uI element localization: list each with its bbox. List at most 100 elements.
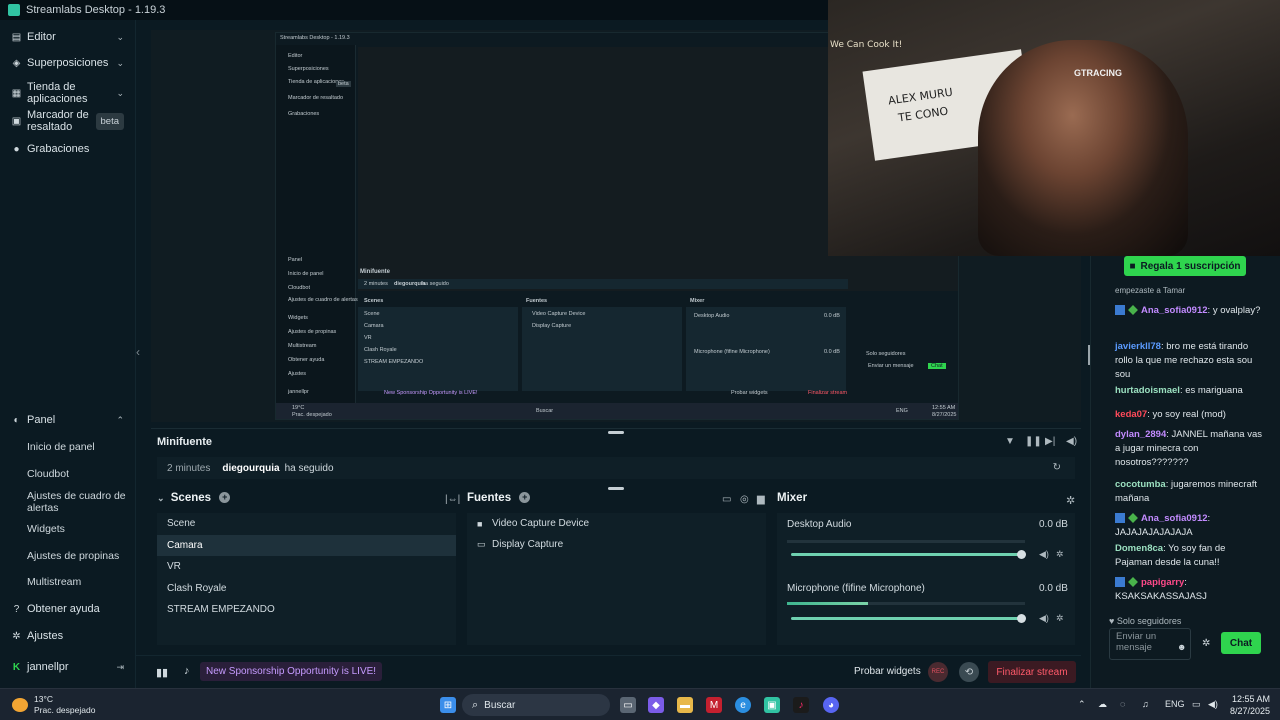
chat-username[interactable]: Ana_sofia0912: [1141, 513, 1208, 524]
nested-scene: Scene: [364, 311, 380, 317]
skip-icon[interactable]: ▶|: [1045, 436, 1055, 447]
copilot-icon[interactable]: ◆: [648, 697, 664, 713]
streamlabs-taskbar-icon[interactable]: ▣: [764, 697, 780, 713]
mcafee-icon[interactable]: M: [706, 697, 722, 713]
task-view-icon[interactable]: ▭: [620, 697, 636, 713]
mixer-settings-icon[interactable]: ✲: [1066, 494, 1075, 507]
sidebar-item-label: Grabaciones: [27, 143, 90, 155]
replay-buffer-icon[interactable]: ⟲: [959, 662, 979, 682]
windows-start-icon[interactable]: ⊞: [440, 697, 456, 713]
discord-icon[interactable]: ◕: [823, 697, 839, 713]
source-visibility-icon[interactable]: ◎: [740, 494, 749, 505]
sidebar-item-marcador[interactable]: ▣ Marcador de resaltado beta: [0, 108, 136, 134]
nested-nav-item: Ajustes: [288, 371, 307, 377]
chat-username[interactable]: Ana_sofia0912: [1141, 305, 1208, 316]
language-indicator[interactable]: ENG: [1165, 699, 1185, 709]
logout-icon[interactable]: ⇥: [116, 662, 124, 673]
volume-tray-icon[interactable]: ◀): [1208, 699, 1218, 710]
filter-icon[interactable]: ▼: [1005, 436, 1015, 447]
sidebar-item-grabaciones[interactable]: ● Grabaciones: [0, 142, 136, 156]
taskbar-clock[interactable]: 12:55 AM 8/27/2025: [1224, 693, 1270, 717]
add-scene-icon[interactable]: +: [219, 492, 231, 504]
taskbar-search[interactable]: ⌕ Buscar: [462, 694, 610, 716]
record-button[interactable]: REC: [928, 662, 948, 682]
add-source-icon[interactable]: +: [519, 492, 531, 504]
chat-settings-icon[interactable]: ✲: [1202, 638, 1210, 649]
nested-clock-time: 12:55 AM: [932, 405, 956, 411]
microphone-icon[interactable]: ♫: [1142, 699, 1149, 709]
source-group-icon[interactable]: ▭: [722, 494, 731, 505]
chat-username[interactable]: keda07: [1115, 409, 1147, 420]
sidebar-item-cloudbot[interactable]: Cloudbot: [27, 468, 69, 480]
sidebar-user[interactable]: K jannellpr ⇥: [0, 660, 136, 674]
pause-icon[interactable]: ❚❚: [1025, 436, 1042, 447]
sidebar-item-superposiciones[interactable]: ◈ Superposiciones ⌄: [0, 56, 136, 70]
sidebar-item-ayuda[interactable]: ? Obtener ayuda: [0, 602, 136, 616]
scene-transition-icon[interactable]: |⇔|: [445, 494, 460, 505]
volume-icon[interactable]: ◀): [1066, 436, 1077, 447]
nested-title: Streamlabs Desktop - 1.19.3: [280, 35, 350, 41]
end-stream-button[interactable]: Finalizar stream: [988, 661, 1076, 683]
collapse-sidebar-icon[interactable]: ‹: [136, 345, 146, 359]
volume-slider[interactable]: [791, 617, 1021, 620]
display-icon[interactable]: ▭: [1192, 699, 1201, 710]
chat-username[interactable]: cocotumba: [1115, 479, 1166, 490]
chat-text: : es mariguana: [1179, 385, 1243, 396]
drag-handle[interactable]: [608, 487, 624, 490]
settings-icon: ✲: [12, 630, 21, 642]
test-widgets-button[interactable]: Probar widgets: [854, 666, 921, 677]
sidebar-item-ajustes[interactable]: ✲ Ajustes: [0, 629, 136, 643]
scene-row[interactable]: VR: [157, 556, 456, 577]
emoji-icon[interactable]: ☻: [1177, 642, 1186, 652]
sidebar-item-label: Panel: [27, 414, 56, 426]
mute-icon[interactable]: ◀): [1039, 549, 1049, 560]
chevron-down-icon[interactable]: ⌄: [157, 493, 165, 503]
performance-stats-icon[interactable]: ▮▮: [156, 666, 168, 679]
sidebar-item-editor[interactable]: ▤ Editor ⌄: [0, 30, 136, 44]
nested-lang: ENG: [896, 408, 908, 414]
edge-icon[interactable]: e: [735, 697, 751, 713]
streamlabs-window: Streamlabs Desktop - 1.19.3 ▤ Editor ⌄ ◈…: [0, 0, 1280, 688]
scene-row[interactable]: STREAM EMPEZANDO: [157, 599, 456, 620]
file-explorer-icon[interactable]: ▬: [677, 697, 693, 713]
source-row[interactable]: ■ Video Capture Device: [467, 513, 766, 534]
sidebar-item-tienda[interactable]: ▦ Tienda de aplicaciones ⌄: [0, 80, 136, 106]
sidebar: ▤ Editor ⌄ ◈ Superposiciones ⌄ ▦ Tienda …: [0, 20, 136, 688]
heart-icon: ♥: [1109, 616, 1117, 626]
sidebar-item-propinas[interactable]: Ajustes de propinas: [27, 550, 119, 562]
mute-icon[interactable]: ◀): [1039, 613, 1049, 624]
scene-row[interactable]: Scene: [157, 513, 456, 534]
folder-icon[interactable]: ▆: [757, 494, 765, 505]
notifications-icon[interactable]: ♪: [184, 665, 190, 677]
channel-settings-icon[interactable]: ✲: [1056, 613, 1064, 624]
nested-mixer-title: Mixer: [690, 298, 705, 304]
sidebar-item-panel[interactable]: ◐ Panel ⌃: [0, 413, 136, 427]
chat-username[interactable]: javierkll78: [1115, 341, 1161, 352]
refresh-icon[interactable]: ↻: [1053, 462, 1061, 473]
sidebar-item-widgets[interactable]: Widgets: [27, 523, 65, 535]
source-row[interactable]: ▭ Display Capture: [467, 534, 766, 555]
sidebar-item-alertas[interactable]: Ajustes de cuadro de alertas: [27, 490, 127, 514]
volume-slider-knob[interactable]: [1017, 614, 1026, 623]
scene-row[interactable]: Camara: [157, 534, 456, 556]
sidebar-item-inicio-panel[interactable]: Inicio de panel: [27, 441, 95, 453]
sidebar-item-multistream[interactable]: Multistream: [27, 576, 81, 588]
gift-sub-button[interactable]: ■ Regala 1 suscripción: [1124, 256, 1246, 276]
tray-chevron-up-icon[interactable]: ⌃: [1078, 699, 1086, 710]
scene-label: Clash Royale: [167, 582, 227, 594]
volume-slider[interactable]: [791, 553, 1021, 556]
chat-username[interactable]: hurtadoismael: [1115, 385, 1180, 396]
chat-username[interactable]: dylan_2894: [1115, 429, 1166, 440]
chat-send-button[interactable]: Chat: [1221, 632, 1261, 654]
tray-network-icon[interactable]: ◌: [1120, 699, 1125, 709]
chat-username[interactable]: Domen8ca: [1115, 543, 1163, 554]
tiktok-icon[interactable]: ♪: [793, 697, 809, 713]
sponsorship-notice[interactable]: New Sponsorship Opportunity is LIVE!: [200, 662, 383, 681]
chat-username[interactable]: papigarry: [1141, 577, 1184, 588]
scene-row[interactable]: Clash Royale: [157, 578, 456, 599]
channel-settings-icon[interactable]: ✲: [1056, 549, 1064, 560]
nested-nav-item: Superposiciones: [288, 66, 329, 72]
volume-slider-knob[interactable]: [1017, 550, 1026, 559]
tray-app-icon[interactable]: ☁: [1098, 699, 1107, 710]
drag-handle[interactable]: [608, 431, 624, 434]
